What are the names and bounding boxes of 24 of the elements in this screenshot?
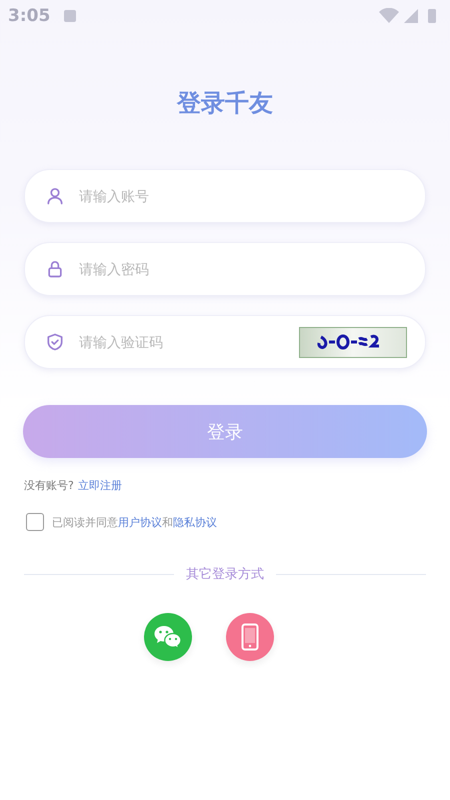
chat-bubbles-icon bbox=[153, 624, 183, 650]
status-icons-drawing bbox=[378, 8, 438, 24]
other-login-label: 其它登录方式 bbox=[186, 566, 264, 583]
password-input[interactable]: 请输入密码 bbox=[77, 260, 407, 278]
agreement-checkbox[interactable] bbox=[26, 513, 44, 531]
page-title: 登录千友 bbox=[176, 88, 274, 119]
register-prompt: 没有账号? bbox=[24, 478, 74, 493]
captcha-input[interactable]: 请输入验证码 bbox=[77, 333, 287, 351]
status-time: 3:05 bbox=[8, 6, 50, 26]
phone-icon bbox=[241, 623, 259, 651]
privacy-policy-link[interactable]: 隐私协议 bbox=[173, 516, 217, 528]
user-icon bbox=[45, 186, 65, 206]
user-agreement-link[interactable]: 用户协议 bbox=[118, 516, 162, 528]
login-button[interactable]: 登录 bbox=[23, 405, 427, 458]
captcha-field[interactable]: 请输入验证码 bbox=[24, 315, 426, 369]
wechat-login-button[interactable] bbox=[144, 613, 192, 661]
register-link[interactable]: 立即注册 bbox=[78, 478, 122, 493]
shield-check-icon bbox=[45, 332, 65, 352]
agreement-text: 已阅读并同意用户协议和隐私协议 bbox=[52, 514, 217, 530]
phone-login-button[interactable] bbox=[226, 613, 274, 661]
notification-icon bbox=[64, 10, 76, 22]
account-field[interactable]: 请输入账号 bbox=[24, 169, 426, 223]
account-input[interactable]: 请输入账号 bbox=[77, 187, 407, 205]
password-field[interactable]: 请输入密码 bbox=[24, 242, 426, 296]
